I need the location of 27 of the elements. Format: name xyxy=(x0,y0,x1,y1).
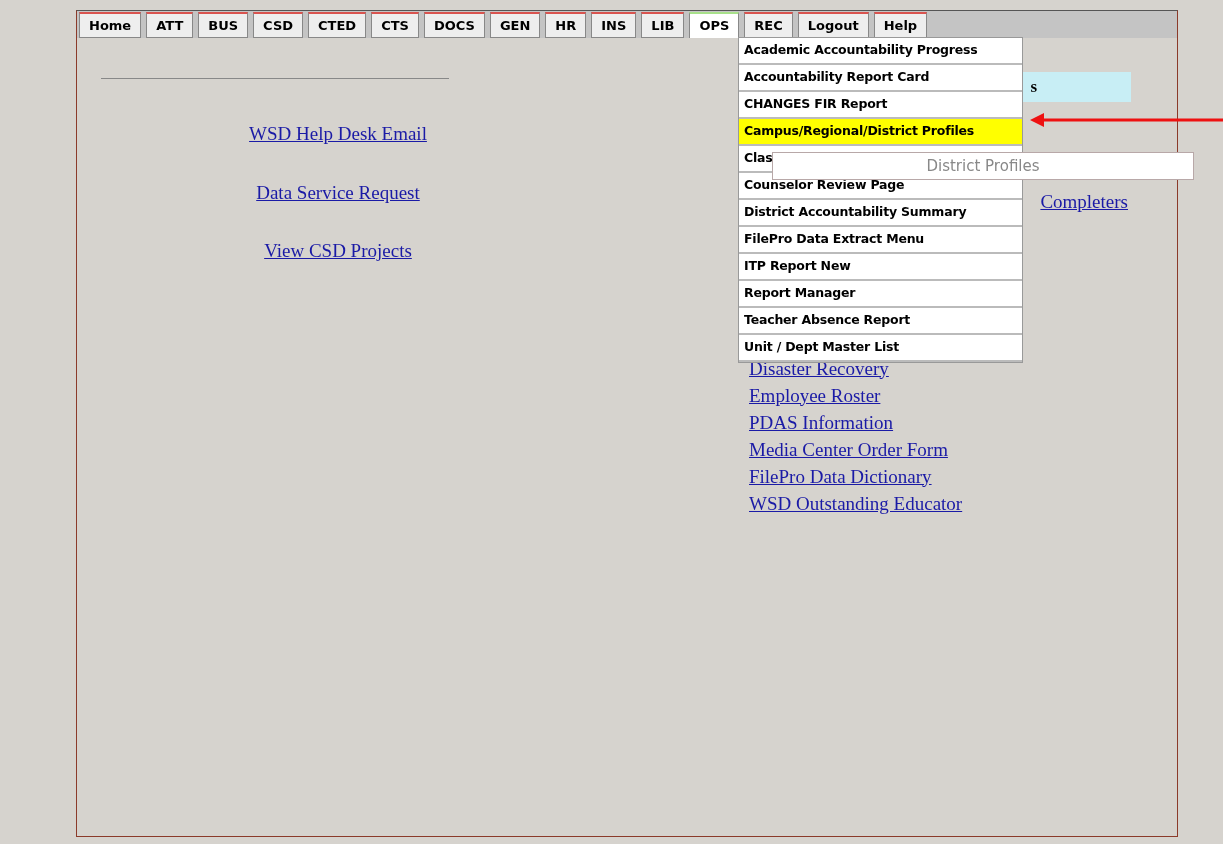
menu-item[interactable]: Campus/Regional/District Profiles xyxy=(739,119,1022,146)
link[interactable]: PDAS Information xyxy=(749,408,894,436)
link[interactable]: FilePro Data Dictionary xyxy=(749,462,932,490)
tab[interactable]: Help xyxy=(873,12,928,38)
link[interactable]: Employee Roster xyxy=(749,381,881,409)
link[interactable]: WSD Help Desk Email xyxy=(249,120,427,149)
tab[interactable]: HR xyxy=(545,12,587,38)
tab[interactable]: CTED xyxy=(308,12,367,38)
tab[interactable]: OPS xyxy=(689,12,740,38)
tab[interactable]: REC xyxy=(744,12,793,38)
link[interactable]: Media Center Order Form xyxy=(749,435,948,463)
tab[interactable]: BUS xyxy=(198,12,249,38)
tab[interactable]: CTS xyxy=(371,12,419,38)
tooltip: District Profiles xyxy=(772,152,1194,180)
tab[interactable]: Logout xyxy=(797,12,869,38)
tab[interactable]: Home xyxy=(79,12,142,38)
tab[interactable]: DOCS xyxy=(423,12,485,38)
link[interactable]: Completers xyxy=(1040,188,1128,217)
arrow-icon xyxy=(1030,112,1223,128)
link[interactable]: View CSD Projects xyxy=(264,237,412,266)
tab[interactable]: GEN xyxy=(489,12,541,38)
link[interactable]: WSD Outstanding Educator xyxy=(749,489,963,517)
link[interactable]: Data Service Request xyxy=(256,178,420,207)
tab[interactable]: CSD xyxy=(253,12,304,38)
tab[interactable]: ATT xyxy=(146,12,194,38)
tab[interactable]: LIB xyxy=(641,12,685,38)
tab[interactable]: INS xyxy=(591,12,637,38)
